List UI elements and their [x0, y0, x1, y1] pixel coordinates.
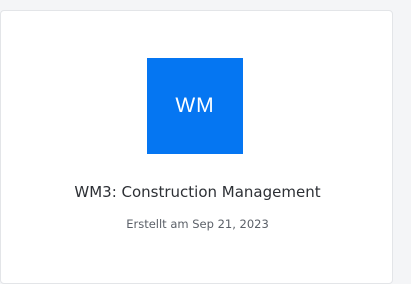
course-created-date: Erstellt am Sep 21, 2023	[126, 217, 269, 231]
course-avatar[interactable]: WM	[147, 58, 243, 154]
course-card[interactable]: WM WM3: Construction Management Erstellt…	[0, 10, 393, 284]
course-avatar-initials: WM	[175, 94, 215, 117]
course-title[interactable]: WM3: Construction Management	[1, 183, 394, 201]
